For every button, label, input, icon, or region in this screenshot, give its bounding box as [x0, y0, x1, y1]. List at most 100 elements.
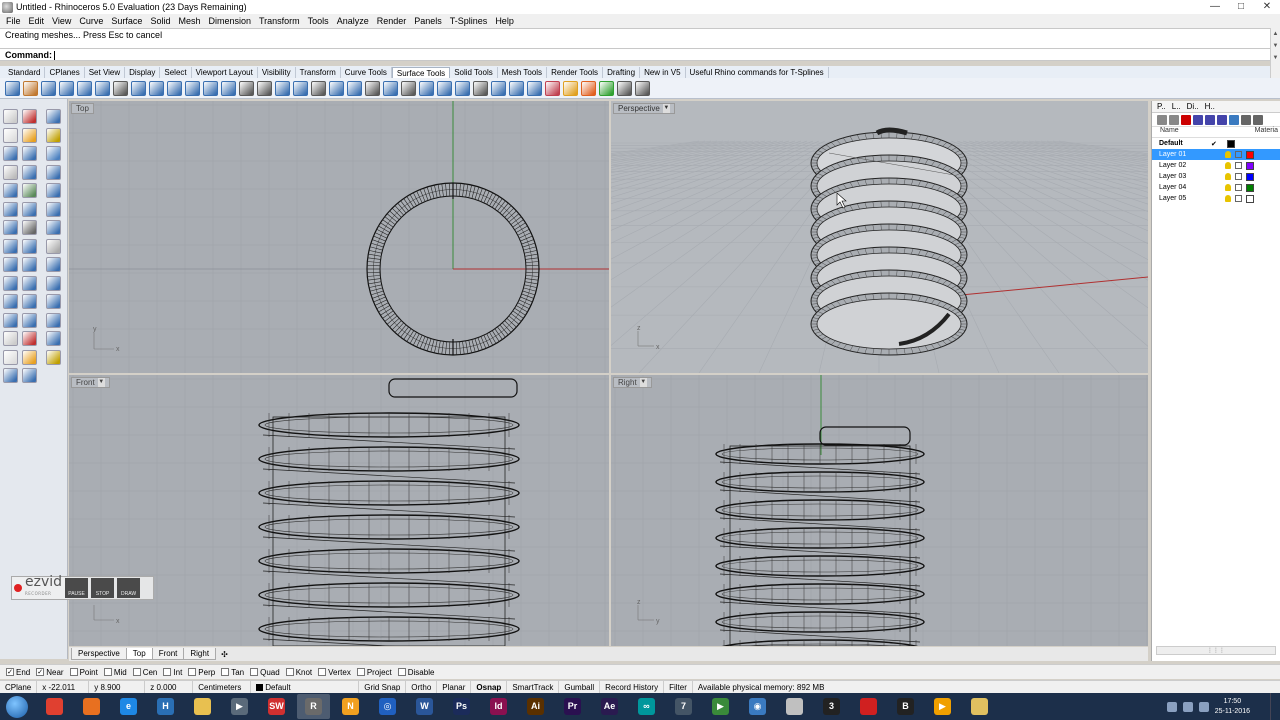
toolbar-tab-cplanes[interactable]: CPlanes [45, 67, 85, 78]
surface-tool-15-icon[interactable] [257, 80, 272, 96]
taskbar-word[interactable]: W [408, 694, 441, 719]
left-tool-10-icon[interactable] [3, 164, 18, 180]
osnap-checkbox[interactable] [221, 668, 230, 676]
viewport-label-top[interactable]: Top [71, 103, 94, 114]
command-line[interactable]: Command: [0, 48, 1270, 61]
osnap-checkbox[interactable] [356, 668, 365, 676]
wrench-icon[interactable] [1253, 114, 1263, 125]
menu-item-help[interactable]: Help [491, 16, 518, 26]
visibility-bulb-icon[interactable] [1225, 162, 1231, 169]
draw-button[interactable]: DRAW [117, 578, 141, 598]
osnap-vertex[interactable]: Vertex [318, 668, 351, 677]
toolbar-tab-new-in-v5[interactable]: New in V5 [640, 67, 686, 78]
osnap-checkbox[interactable] [103, 668, 112, 676]
viewport-perspective[interactable]: x z Perspective ▼ [611, 101, 1148, 373]
left-tool-29-icon[interactable] [22, 275, 37, 291]
menu-item-dimension[interactable]: Dimension [204, 16, 255, 26]
surface-tool-16-icon[interactable] [275, 80, 290, 96]
lock-icon[interactable] [1235, 173, 1242, 180]
surface-tool-35-icon[interactable] [617, 80, 632, 96]
layer-row[interactable]: Layer 05 [1152, 193, 1280, 204]
osnap-checkbox[interactable] [163, 668, 172, 676]
move-to-parent-icon[interactable] [1217, 114, 1227, 125]
left-tool-20-icon[interactable] [22, 220, 37, 235]
surface-tool-30-icon[interactable] [527, 80, 542, 96]
left-tool-2-icon[interactable] [22, 109, 37, 124]
left-tool-37-icon[interactable] [3, 331, 18, 346]
surface-tool-28-icon[interactable] [491, 80, 506, 96]
taskbar-app-globe[interactable]: ◉ [741, 694, 774, 719]
surface-tool-31-icon[interactable] [545, 80, 560, 96]
osnap-checkbox[interactable]: ✓ [36, 668, 45, 676]
surface-tool-25-icon[interactable] [437, 80, 452, 96]
osnap-quad[interactable]: Quad [250, 668, 280, 677]
taskbar-premiere[interactable]: Pr [556, 694, 589, 719]
menu-item-view[interactable]: View [48, 16, 75, 26]
surface-tool-3-icon[interactable] [41, 80, 56, 96]
layer-row[interactable]: Layer 01 [1152, 149, 1280, 160]
surface-tool-20-icon[interactable] [347, 80, 362, 96]
left-tool-8-icon[interactable] [22, 146, 37, 161]
surface-tool-26-icon[interactable] [455, 80, 470, 96]
visibility-bulb-icon[interactable] [1225, 151, 1231, 158]
menu-item-tools[interactable]: Tools [304, 16, 333, 26]
units-label[interactable]: Centimeters [193, 680, 252, 694]
toolbar-tab-visibility[interactable]: Visibility [258, 67, 296, 78]
osnap-near[interactable]: ✓ Near [36, 668, 64, 677]
left-tool-41-icon[interactable] [22, 349, 37, 365]
left-tool-23-icon[interactable] [22, 238, 37, 254]
osnap-disable[interactable]: Disable [397, 668, 434, 677]
osnap-mid[interactable]: Mid [103, 668, 127, 677]
new-sublayer-icon[interactable] [1169, 114, 1179, 125]
left-tool-24-icon[interactable] [46, 238, 61, 254]
osnap-checkbox[interactable] [188, 668, 197, 676]
taskbar-app-folder[interactable] [963, 694, 996, 719]
taskbar-app-blue[interactable]: ◎ [371, 694, 404, 719]
taskbar-chrome[interactable] [38, 694, 71, 719]
left-tool-38-icon[interactable] [22, 331, 37, 346]
left-tool-35-icon[interactable] [22, 312, 37, 328]
taskbar-rhino[interactable]: R [297, 694, 330, 719]
left-tool-5-icon[interactable] [22, 127, 37, 143]
taskbar-internet-explorer[interactable]: e [112, 694, 145, 719]
osnap-tan[interactable]: Tan [221, 668, 244, 677]
layer-color-swatch[interactable] [1227, 139, 1235, 148]
taskbar-app-box[interactable] [778, 694, 811, 719]
taskbar-app-7[interactable]: 7 [667, 694, 700, 719]
layer-color-swatch[interactable] [1246, 194, 1254, 203]
tools-icon[interactable] [1241, 114, 1251, 125]
taskbar-arduino[interactable]: ∞ [630, 694, 663, 719]
surface-tool-1-icon[interactable] [5, 80, 20, 96]
layer-row[interactable]: Layer 04 [1152, 182, 1280, 193]
toolbar-tab-set-view[interactable]: Set View [85, 67, 126, 78]
visibility-bulb-icon[interactable] [1225, 184, 1231, 191]
toolbar-tab-solid-tools[interactable]: Solid Tools [450, 67, 498, 78]
taskbar-indesign[interactable]: Id [482, 694, 515, 719]
viewport-right[interactable]: y z Right ▼ [611, 375, 1148, 646]
taskbar-app-n[interactable]: N [334, 694, 367, 719]
left-tool-31-icon[interactable] [3, 294, 18, 309]
osnap-point[interactable]: Point [69, 668, 98, 677]
toolbar-tab-drafting[interactable]: Drafting [603, 67, 641, 78]
surface-tool-18-icon[interactable] [311, 80, 326, 96]
surface-tool-8-icon[interactable] [131, 80, 146, 96]
command-scrollbar[interactable]: ▲ ▼ ▼ [1270, 28, 1280, 79]
left-tool-26-icon[interactable] [22, 257, 37, 272]
surface-tool-6-icon[interactable] [95, 80, 110, 96]
layer-color-swatch[interactable] [1246, 150, 1254, 159]
toolbar-tab-select[interactable]: Select [160, 67, 192, 78]
panel-tab-3[interactable]: Di.. [1185, 102, 1201, 111]
menu-item-transform[interactable]: Transform [255, 16, 304, 26]
viewport-label-perspective[interactable]: Perspective ▼ [613, 103, 675, 114]
surface-tool-21-icon[interactable] [365, 80, 380, 96]
osnap-checkbox[interactable] [250, 668, 259, 676]
menu-item-surface[interactable]: Surface [107, 16, 146, 26]
osnap-checkbox[interactable] [285, 668, 294, 676]
close-icon[interactable]: ✕ [1254, 0, 1280, 14]
layer-panel-scrollbar[interactable]: ⋮⋮⋮ [1156, 646, 1276, 655]
viewport-label-right[interactable]: Right ▼ [613, 377, 652, 388]
stop-button[interactable]: STOP [91, 578, 115, 598]
menu-item-analyze[interactable]: Analyze [333, 16, 373, 26]
osnap-perp[interactable]: Perp [188, 668, 215, 677]
layer-color-swatch[interactable] [1246, 183, 1254, 192]
